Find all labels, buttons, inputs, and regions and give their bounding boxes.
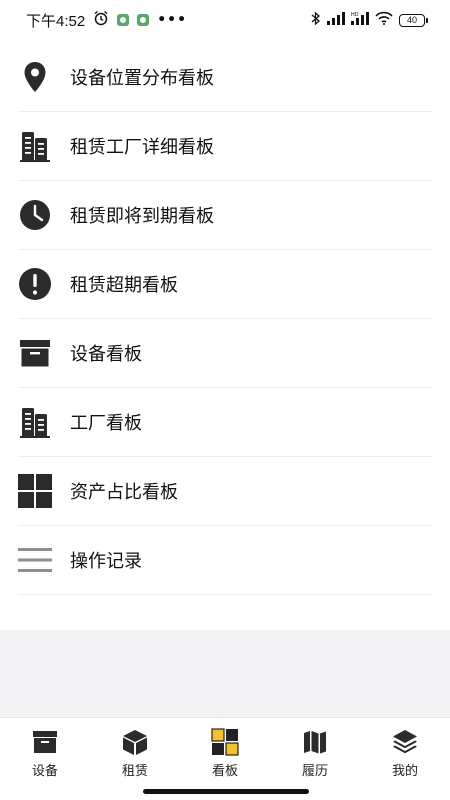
dashboard-grid-icon [211, 728, 239, 756]
bluetooth-icon [311, 11, 321, 30]
svg-text:HD: HD [351, 12, 359, 18]
menu-item-label: 资产占比看板 [70, 482, 178, 503]
menu-item-label: 设备位置分布看板 [70, 68, 214, 89]
tab-mine[interactable]: 我的 [360, 718, 450, 800]
wifi-icon [375, 11, 393, 29]
cube-icon [121, 728, 149, 756]
tab-rental[interactable]: 租赁 [90, 718, 180, 800]
layers-icon [391, 728, 419, 756]
battery-level: 40 [399, 13, 425, 27]
menu-item-rental-factory-detail[interactable]: 租赁工厂详细看板 [18, 112, 432, 181]
dashboard-menu-list: 设备位置分布看板 租赁工厂详细看板 租赁即将到期看板 租赁超期看板 设备看板 工… [0, 43, 450, 595]
menu-item-label: 租赁超期看板 [70, 275, 178, 296]
archive-box-icon [18, 336, 52, 370]
app-notification-icon [137, 14, 150, 26]
menu-item-label: 工厂看板 [70, 413, 142, 434]
menu-item-operation-log[interactable]: 操作记录 [18, 526, 432, 595]
building-icon [18, 405, 52, 439]
more-notifications-icon: ••• [157, 12, 188, 28]
menu-item-asset-ratio[interactable]: 资产占比看板 [18, 457, 432, 526]
status-time: 下午4:52 [26, 12, 86, 30]
empty-background-area [0, 630, 450, 717]
battery-icon: 40 [399, 13, 428, 27]
archive-box-icon [31, 728, 59, 756]
hd-signal-icon: HD [351, 11, 369, 29]
menu-item-factory-board[interactable]: 工厂看板 [18, 388, 432, 457]
menu-item-rental-overdue[interactable]: 租赁超期看板 [18, 250, 432, 319]
location-pin-icon [18, 60, 52, 94]
tab-label: 租赁 [121, 764, 148, 779]
menu-item-label: 设备看板 [70, 344, 142, 365]
tab-label: 我的 [391, 764, 418, 779]
menu-item-device-location[interactable]: 设备位置分布看板 [18, 43, 432, 112]
alarm-icon [93, 10, 109, 30]
menu-item-device-board[interactable]: 设备看板 [18, 319, 432, 388]
tab-dashboard[interactable]: 看板 [180, 718, 270, 800]
signal-icon [327, 11, 345, 29]
status-bar: 下午4:52 ••• HD 40 [0, 0, 450, 40]
bottom-navigation: 设备 租赁 看板 履历 我的 [0, 717, 450, 800]
exclamation-icon [18, 267, 52, 301]
tab-label: 看板 [211, 764, 238, 779]
tab-devices[interactable]: 设备 [0, 718, 90, 800]
map-book-icon [301, 728, 329, 756]
menu-item-label: 操作记录 [70, 551, 142, 572]
app-notification-icon [117, 14, 130, 26]
list-lines-icon [18, 543, 52, 577]
clock-icon [18, 198, 52, 232]
menu-item-label: 租赁工厂详细看板 [70, 137, 214, 158]
tab-label: 履历 [301, 764, 328, 779]
home-indicator[interactable] [143, 789, 309, 794]
tab-history[interactable]: 履历 [270, 718, 360, 800]
menu-item-label: 租赁即将到期看板 [70, 206, 214, 227]
grid-icon [18, 474, 52, 508]
tab-label: 设备 [31, 764, 58, 779]
building-icon [18, 129, 52, 163]
menu-item-rental-expiring[interactable]: 租赁即将到期看板 [18, 181, 432, 250]
